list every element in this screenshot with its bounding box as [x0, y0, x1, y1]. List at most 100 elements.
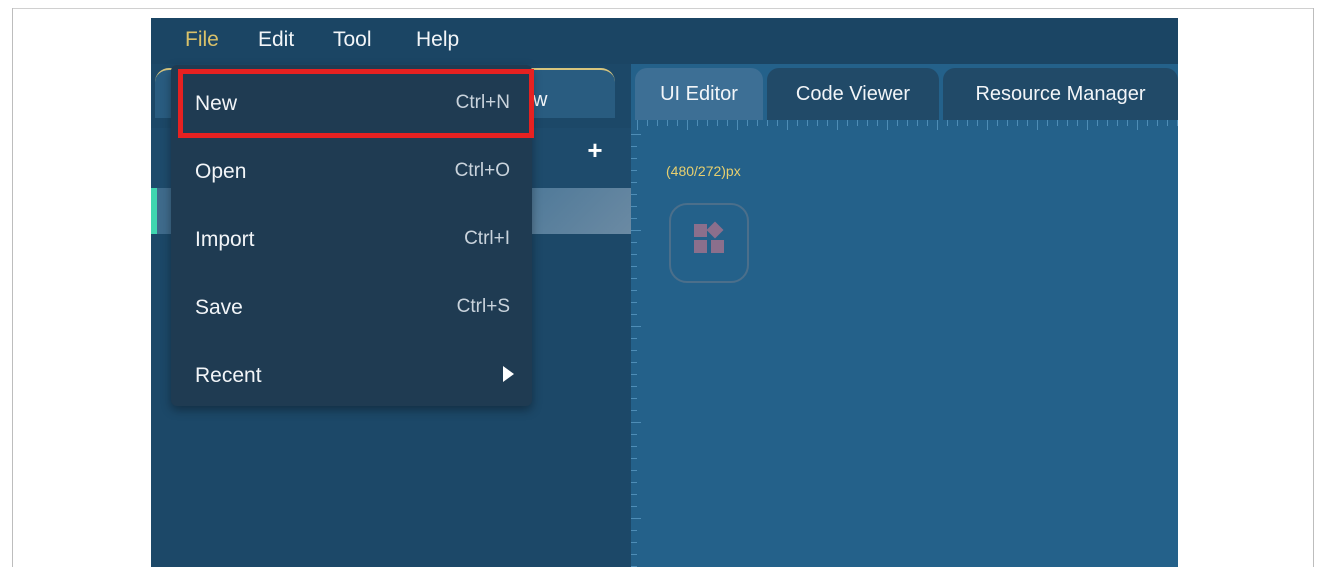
ruler-tick	[631, 554, 637, 555]
ruler-tick	[837, 120, 838, 130]
ruler-tick	[631, 278, 637, 279]
ruler-tick	[1047, 120, 1048, 126]
ruler-tick	[777, 120, 778, 126]
ruler-tick	[767, 120, 768, 126]
ruler-tick	[631, 218, 637, 219]
tab-code-viewer[interactable]: Code Viewer	[767, 68, 939, 120]
tab-resource-manager[interactable]: Resource Manager	[943, 68, 1178, 120]
resolution-label: (480/272)px	[666, 163, 741, 179]
ruler-tick	[631, 302, 637, 303]
ruler-tick	[987, 120, 988, 130]
ruler-tick	[631, 146, 637, 147]
menu-item-open-shortcut: Ctrl+O	[454, 160, 510, 181]
menu-item-recent[interactable]: Recent	[171, 342, 532, 410]
ruler-tick	[677, 120, 678, 126]
submenu-arrow-icon	[503, 366, 514, 382]
ruler-tick	[707, 120, 708, 126]
menu-edit[interactable]: Edit	[258, 28, 294, 52]
ruler-tick	[897, 120, 898, 126]
ruler-tick	[1147, 120, 1148, 126]
ruler-tick	[1067, 120, 1068, 126]
ruler-tick	[631, 446, 637, 447]
ruler-horizontal	[631, 120, 1178, 130]
ruler-tick	[717, 120, 718, 126]
ruler-tick	[1077, 120, 1078, 126]
ruler-tick	[631, 410, 637, 411]
editor-area: UI Editor Code Viewer Resource Manager (…	[631, 64, 1178, 567]
menu-item-save-label: Save	[195, 296, 243, 319]
ruler-tick	[647, 120, 648, 126]
ruler-tick	[631, 458, 637, 459]
menu-item-import-label: Import	[195, 228, 255, 251]
ruler-tick	[687, 120, 688, 130]
menu-item-import-shortcut: Ctrl+I	[464, 228, 510, 249]
ruler-tick	[631, 470, 637, 471]
ruler-tick	[631, 386, 637, 387]
selection-accent	[151, 188, 157, 234]
frame-border-right	[1313, 8, 1314, 567]
ruler-tick	[631, 158, 637, 159]
menu-item-new-shortcut: Ctrl+N	[455, 92, 510, 113]
ruler-tick	[631, 482, 637, 483]
ruler-tick	[887, 120, 888, 130]
widgets-icon	[694, 221, 724, 253]
selection-fade	[521, 188, 631, 234]
ruler-tick	[1177, 120, 1178, 126]
ruler-tick	[807, 120, 808, 126]
ruler-tick	[697, 120, 698, 126]
ruler-tick	[631, 290, 637, 291]
ruler-tick	[631, 506, 637, 507]
ruler-tick	[631, 254, 637, 255]
ruler-tick	[857, 120, 858, 126]
ruler-tick	[727, 120, 728, 126]
menu-item-import[interactable]: Import Ctrl+I	[171, 206, 532, 274]
ruler-tick	[797, 120, 798, 126]
ruler-tick	[927, 120, 928, 126]
frame-border-top	[12, 8, 1314, 9]
ruler-tick	[1127, 120, 1128, 126]
ruler-tick	[977, 120, 978, 126]
ruler-tick	[1117, 120, 1118, 126]
menu-file[interactable]: File	[185, 28, 219, 52]
ruler-tick	[997, 120, 998, 126]
ruler-tick	[787, 120, 788, 130]
ruler-tick	[631, 530, 637, 531]
ruler-tick	[631, 398, 637, 399]
ruler-tick	[637, 120, 638, 130]
ruler-tick	[631, 350, 637, 351]
ruler-tick	[1157, 120, 1158, 126]
ruler-tick	[967, 120, 968, 126]
menubar: File Edit Tool Help	[151, 18, 1178, 64]
ruler-tick	[907, 120, 908, 126]
ruler-tick	[757, 120, 758, 126]
menu-help[interactable]: Help	[416, 28, 459, 52]
ruler-tick	[631, 242, 637, 243]
ruler-tick	[631, 542, 637, 543]
ruler-tick	[1007, 120, 1008, 126]
ruler-tick	[827, 120, 828, 126]
menu-item-save[interactable]: Save Ctrl+S	[171, 274, 532, 342]
ruler-tick	[631, 518, 641, 519]
ruler-tick	[631, 314, 637, 315]
ruler-tick	[631, 266, 637, 267]
menu-item-open[interactable]: Open Ctrl+O	[171, 138, 532, 206]
menu-item-new[interactable]: New Ctrl+N	[171, 70, 532, 138]
ruler-tick	[1057, 120, 1058, 126]
menu-item-save-shortcut: Ctrl+S	[456, 296, 510, 317]
ruler-tick	[737, 120, 738, 130]
menu-tool[interactable]: Tool	[333, 28, 372, 52]
menu-item-new-label: New	[195, 92, 238, 115]
widget-button[interactable]	[669, 203, 749, 283]
ruler-vertical	[631, 130, 641, 567]
frame-border-left	[12, 8, 13, 567]
left-panel-tab-label: w	[533, 89, 548, 111]
tab-ui-editor[interactable]: UI Editor	[635, 68, 763, 120]
plus-icon[interactable]: +	[583, 137, 607, 163]
ruler-tick	[947, 120, 948, 126]
ruler-tick	[1097, 120, 1098, 126]
ruler-tick	[747, 120, 748, 126]
ruler-tick	[657, 120, 658, 126]
ruler-tick	[631, 194, 637, 195]
ruler-tick	[631, 494, 637, 495]
ruler-tick	[937, 120, 938, 130]
